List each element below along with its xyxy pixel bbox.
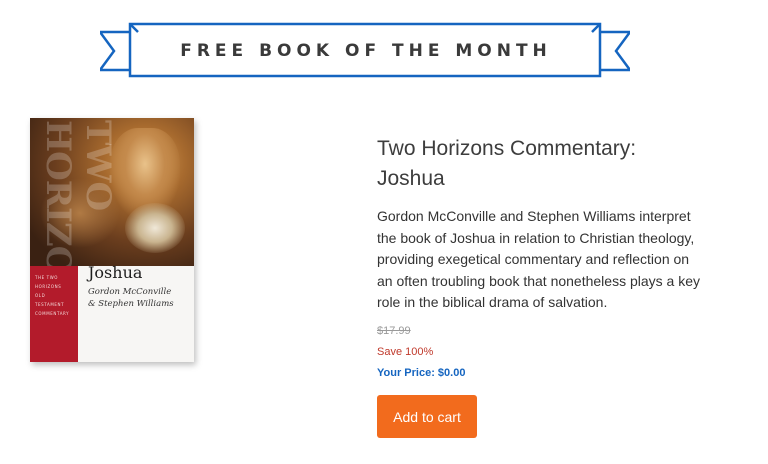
cover-series-line: THE TWO HORIZONS	[35, 275, 62, 289]
cover-artwork: TWO HORIZONS	[30, 118, 194, 328]
discount-text: Save 100%	[377, 346, 434, 358]
cover-book-title: Joshua	[88, 263, 143, 282]
book-cover[interactable]: TWO HORIZONS THE TWO HORIZONS OLD TESTAM…	[30, 118, 194, 362]
cover-author-line: Gordon McConville	[88, 287, 172, 297]
book-description: Gordon McConville and Stephen Williams i…	[377, 208, 700, 311]
your-price: Your Price: $0.00	[377, 367, 466, 379]
cover-series-line: COMMENTARY	[35, 311, 70, 316]
cover-series-text: THE TWO HORIZONS OLD TESTAMENT COMMENTAR…	[35, 273, 75, 318]
book-title: Two Horizons Commentary: Joshua	[377, 134, 737, 194]
cover-art-scroll	[125, 203, 185, 253]
cover-series-logo: TWO HORIZONS	[38, 120, 118, 328]
banner-title: FREE BOOK OF THE MONTH	[180, 41, 552, 61]
cover-author-line: & Stephen Williams	[88, 299, 174, 309]
add-to-cart-button[interactable]: Add to cart	[377, 395, 477, 438]
original-price: $17.99	[377, 325, 411, 337]
cover-series-line: OLD TESTAMENT	[35, 293, 65, 307]
cover-authors: Gordon McConville & Stephen Williams	[88, 286, 192, 310]
promo-banner: FREE BOOK OF THE MONTH	[100, 14, 630, 84]
book-title-line: Two Horizons Commentary:	[377, 137, 637, 160]
book-title-line: Joshua	[377, 167, 445, 190]
